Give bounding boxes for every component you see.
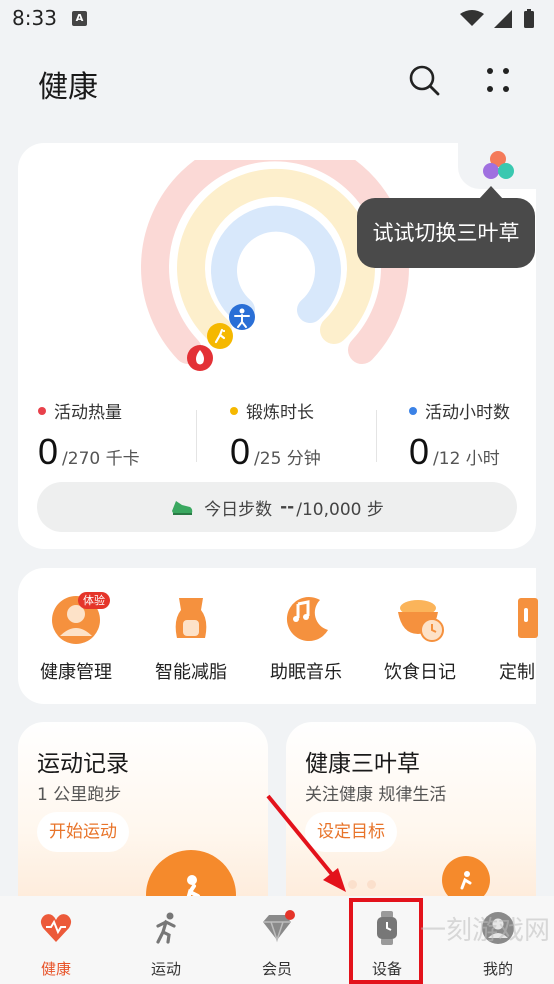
stat-divider [196, 410, 197, 462]
status-time: 8:33 [12, 6, 57, 30]
fat-loss-icon [175, 598, 207, 638]
app-header: 健康 [0, 50, 554, 110]
hours-ring-icon [229, 304, 255, 330]
highlight-box [349, 898, 423, 984]
more-button[interactable] [478, 60, 518, 100]
hours-dot [409, 406, 417, 415]
shortcut-label: 智能减脂 [155, 662, 227, 683]
sleep-music-icon [286, 597, 328, 642]
calories-stat: 活动热量 0/270 千卡 [38, 398, 140, 473]
pager-dot [348, 880, 357, 889]
battery-icon [524, 11, 534, 28]
diet-diary-icon [398, 600, 444, 642]
search-button[interactable] [404, 60, 444, 100]
workout-record-card[interactable]: 运动记录 1 公里跑步 开始运动 [18, 722, 268, 922]
ring-style-switch[interactable] [458, 141, 538, 189]
steps-value: -- [280, 497, 295, 517]
trial-badge: 体验 [78, 592, 110, 609]
calories-ring-icon [187, 345, 213, 371]
calories-goal: /270 千卡 [62, 449, 140, 469]
signal-icon [494, 10, 512, 28]
card-title: 运动记录 [37, 751, 129, 777]
shortcut-label: 健康管理 [40, 662, 112, 683]
shortcut-label: 助眠音乐 [270, 662, 342, 683]
start-workout-button[interactable]: 开始运动 [37, 812, 129, 852]
notification-icon: A [72, 11, 87, 26]
exercise-ring-icon [207, 323, 233, 349]
nav-label: 健康 [40, 960, 71, 978]
nav-exercise[interactable]: 运动 [126, 910, 206, 979]
hours-stat: 活动小时数 0/12 小时 [409, 398, 510, 473]
shortcut-custom-plan[interactable]: 定制 [484, 590, 544, 684]
pager-dot [367, 880, 376, 889]
shortcut-label: 定制 [499, 662, 535, 683]
shortcut-diet-diary[interactable]: 饮食日记 [370, 590, 470, 684]
heart-icon [40, 914, 72, 942]
activity-rings[interactable] [140, 160, 410, 390]
switch-tooltip: 试试切换三叶草 [357, 186, 535, 268]
nav-health[interactable]: 健康 [16, 910, 96, 979]
nav-label: 运动 [150, 960, 181, 978]
hours-label: 活动小时数 [425, 403, 510, 423]
calories-value: 0 [38, 431, 59, 472]
shortcut-label: 饮食日记 [384, 662, 456, 683]
nav-label: 我的 [482, 960, 513, 978]
hours-goal: /12 小时 [433, 449, 500, 469]
exercise-stat: 锻炼时长 0/25 分钟 [230, 398, 321, 473]
watermark: 一刻游戏网 [420, 916, 551, 946]
set-goal-button[interactable]: 设定目标 [305, 812, 397, 852]
exercise-dot [230, 406, 238, 415]
hours-value: 0 [409, 431, 430, 472]
shortcut-sleep-music[interactable]: 助眠音乐 [256, 590, 356, 684]
steps-label: 今日步数 [204, 499, 273, 520]
shoe-icon [172, 501, 193, 515]
more-icon [487, 68, 509, 92]
card-subtitle: 1 公里跑步 [37, 785, 122, 805]
page-title: 健康 [38, 70, 98, 105]
steps-goal: /10,000 步 [296, 499, 384, 520]
card-pager [348, 880, 376, 889]
shortcut-fat-loss[interactable]: 智能减脂 [141, 590, 241, 684]
exercise-value: 0 [230, 431, 251, 472]
nav-label: 会员 [261, 960, 292, 978]
wifi-icon [460, 10, 484, 26]
nav-vip[interactable]: 会员 [237, 910, 317, 979]
clover-switch-icon [483, 151, 514, 179]
system-status-icons [460, 9, 534, 28]
status-bar: 8:33 A [0, 0, 554, 36]
steps-bar[interactable]: 今日步数 -- /10,000 步 [37, 482, 517, 532]
running-icon [156, 912, 176, 944]
hours-ring [211, 205, 341, 323]
shortcut-health-management[interactable]: 健康管理 [26, 590, 126, 684]
calories-dot [38, 406, 46, 415]
calories-label: 活动热量 [54, 403, 122, 423]
custom-plan-icon [518, 598, 538, 638]
search-icon [409, 65, 440, 96]
stat-divider [376, 410, 377, 462]
exercise-label: 锻炼时长 [246, 403, 314, 423]
card-title: 健康三叶草 [305, 751, 420, 777]
exercise-goal: /25 分钟 [254, 449, 321, 469]
vip-notification-dot [285, 910, 295, 920]
health-clover-card[interactable]: 健康三叶草 关注健康 规律生活 设定目标 [286, 722, 536, 922]
card-subtitle: 关注健康 规律生活 [305, 785, 447, 805]
